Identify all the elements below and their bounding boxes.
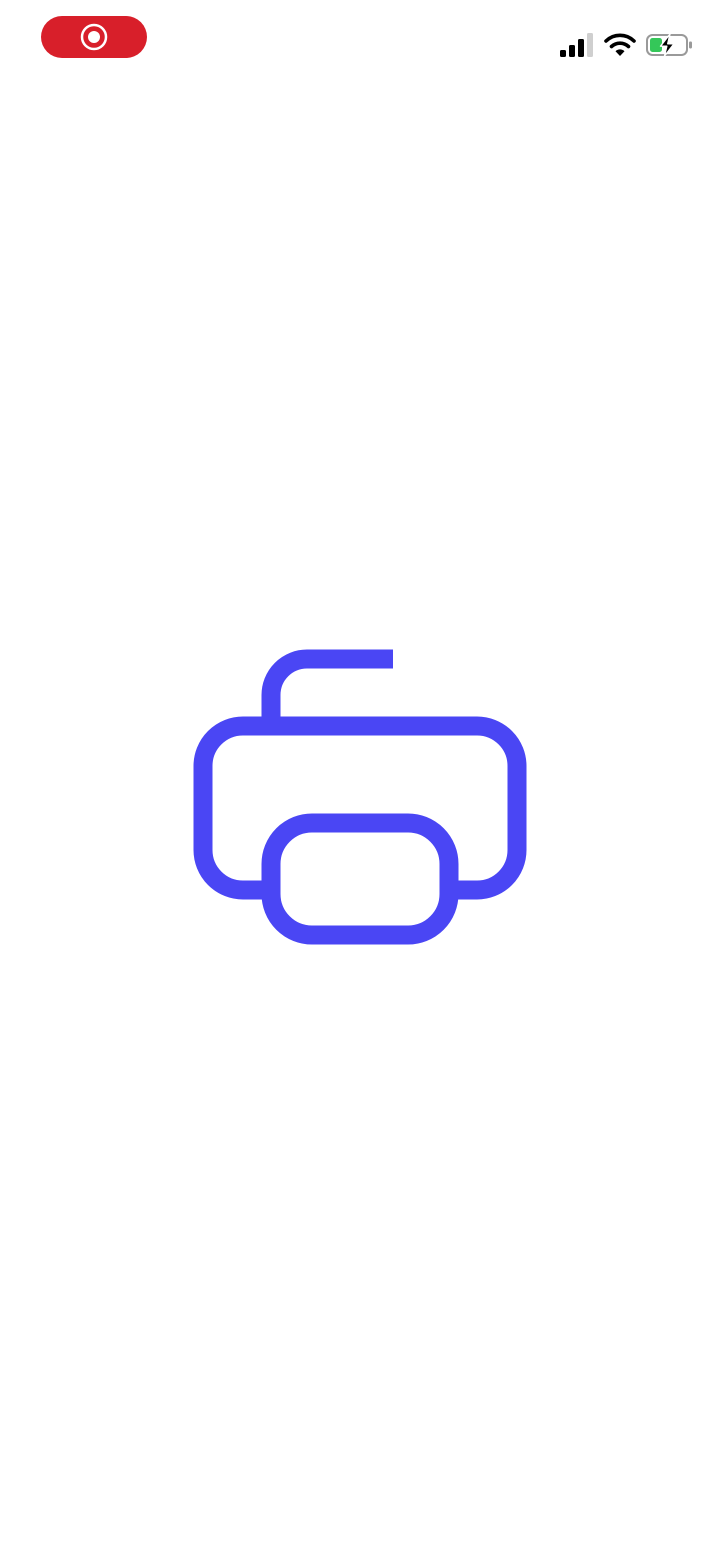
wifi-icon	[604, 33, 636, 56]
screen-recording-indicator[interactable]	[41, 16, 147, 58]
screen-recording-icon	[80, 23, 108, 51]
battery-charging-icon	[646, 33, 692, 57]
cellular-signal-icon	[560, 33, 593, 57]
splash-screen	[0, 0, 720, 1560]
app-logo	[193, 648, 529, 946]
printer-logo-icon	[193, 649, 527, 945]
status-bar	[0, 0, 720, 90]
status-icons	[560, 28, 694, 62]
